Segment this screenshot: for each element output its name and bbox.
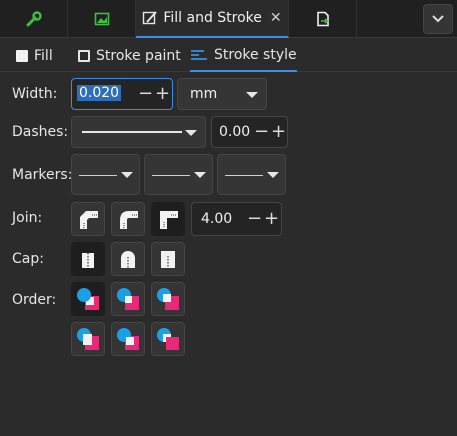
marker-line-preview	[152, 175, 190, 176]
wrench-icon	[26, 11, 42, 27]
paint-order-icon	[157, 288, 179, 310]
round-join-icon	[120, 211, 138, 229]
width-value[interactable]: 0.020	[77, 85, 122, 101]
miter-limit-value[interactable]: 4.00	[201, 211, 232, 227]
join-miter-button[interactable]	[151, 202, 185, 236]
join-label: Join:	[12, 210, 43, 226]
order-markers-stroke-fill-button[interactable]	[151, 322, 185, 356]
paint-order-icon	[157, 328, 179, 350]
tab-fill[interactable]: Fill	[16, 39, 53, 72]
chevron-down-icon	[267, 172, 279, 178]
cap-round-button[interactable]	[111, 242, 145, 276]
minus-icon[interactable]: −	[138, 85, 153, 103]
order-fill-stroke-markers-button[interactable]	[71, 282, 105, 316]
paint-order-icon	[77, 328, 99, 350]
cap-label: Cap:	[12, 251, 44, 267]
cap-butt-button[interactable]	[71, 242, 105, 276]
order-stroke-markers-fill-button[interactable]	[111, 322, 145, 356]
plus-icon[interactable]: +	[271, 123, 286, 141]
marker-line-preview	[79, 175, 117, 176]
order-fill-markers-stroke-button[interactable]	[151, 282, 185, 316]
paint-order-icon	[117, 288, 139, 310]
export-icon	[316, 11, 329, 27]
chevron-down-icon	[432, 15, 444, 23]
stroke-style-icon	[191, 49, 207, 60]
subtab-bar: Fill Stroke paint Stroke style	[0, 39, 457, 72]
fill-stroke-icon	[143, 11, 158, 25]
order-label: Order:	[12, 292, 57, 308]
dock-tab-bar: Fill and Stroke ✕	[0, 0, 457, 38]
dock-tab-title: Fill and Stroke	[163, 10, 262, 26]
dock-menu-button[interactable]	[423, 4, 453, 34]
markers-label: Markers:	[12, 167, 73, 183]
unit-value: mm	[190, 86, 218, 102]
image-icon	[94, 12, 109, 26]
chevron-down-icon	[194, 172, 206, 178]
start-marker-select[interactable]	[71, 154, 140, 195]
cap-square-button[interactable]	[151, 242, 185, 276]
miter-join-icon	[160, 211, 178, 229]
chevron-down-icon	[121, 172, 133, 178]
width-spinbox[interactable]: 0.020 − +	[71, 78, 173, 110]
plus-icon[interactable]: +	[155, 85, 170, 103]
tab-fill-label: Fill	[34, 47, 53, 64]
close-icon[interactable]: ✕	[270, 10, 282, 26]
chevron-down-icon	[246, 92, 258, 98]
width-label: Width:	[12, 86, 58, 102]
tab-stroke-style[interactable]: Stroke style	[190, 39, 297, 72]
bevel-join-icon	[80, 211, 98, 229]
join-bevel-button[interactable]	[71, 202, 105, 236]
end-marker-select[interactable]	[217, 154, 286, 195]
dock-tab-fill-and-stroke[interactable]: Fill and Stroke ✕	[136, 0, 289, 38]
square-cap-icon	[161, 251, 175, 268]
mid-marker-select[interactable]	[144, 154, 213, 195]
dash-offset-value[interactable]: 0.00	[219, 124, 250, 140]
miter-limit-spinbox[interactable]: 4.00 − +	[191, 202, 282, 236]
tab-stroke-paint[interactable]: Stroke paint	[78, 39, 181, 72]
stroke-swatch-icon	[78, 49, 90, 62]
fill-swatch-icon	[16, 49, 28, 62]
tab-stroke-style-label: Stroke style	[214, 46, 297, 63]
dock-tab-export[interactable]	[289, 0, 357, 38]
minus-icon[interactable]: −	[254, 123, 269, 141]
join-round-button[interactable]	[111, 202, 145, 236]
dash-offset-spinbox[interactable]: 0.00 − +	[211, 116, 288, 148]
unit-select[interactable]: mm	[177, 78, 267, 110]
plus-icon[interactable]: +	[264, 210, 279, 228]
order-markers-fill-stroke-button[interactable]	[71, 322, 105, 356]
dashes-label: Dashes:	[12, 124, 69, 140]
chevron-down-icon	[185, 130, 197, 136]
tab-stroke-paint-label: Stroke paint	[96, 47, 181, 64]
paint-order-icon	[117, 328, 139, 350]
butt-cap-icon	[82, 253, 94, 268]
paint-order-icon	[77, 288, 99, 310]
round-cap-icon	[121, 251, 135, 268]
dock-tab-image[interactable]	[68, 0, 136, 38]
minus-icon[interactable]: −	[247, 210, 262, 228]
marker-line-preview	[225, 175, 263, 176]
dash-pattern-preview	[82, 131, 182, 133]
dock-tab-xml-editor[interactable]	[0, 0, 68, 38]
order-stroke-fill-markers-button[interactable]	[111, 282, 145, 316]
dash-pattern-select[interactable]	[71, 116, 206, 148]
